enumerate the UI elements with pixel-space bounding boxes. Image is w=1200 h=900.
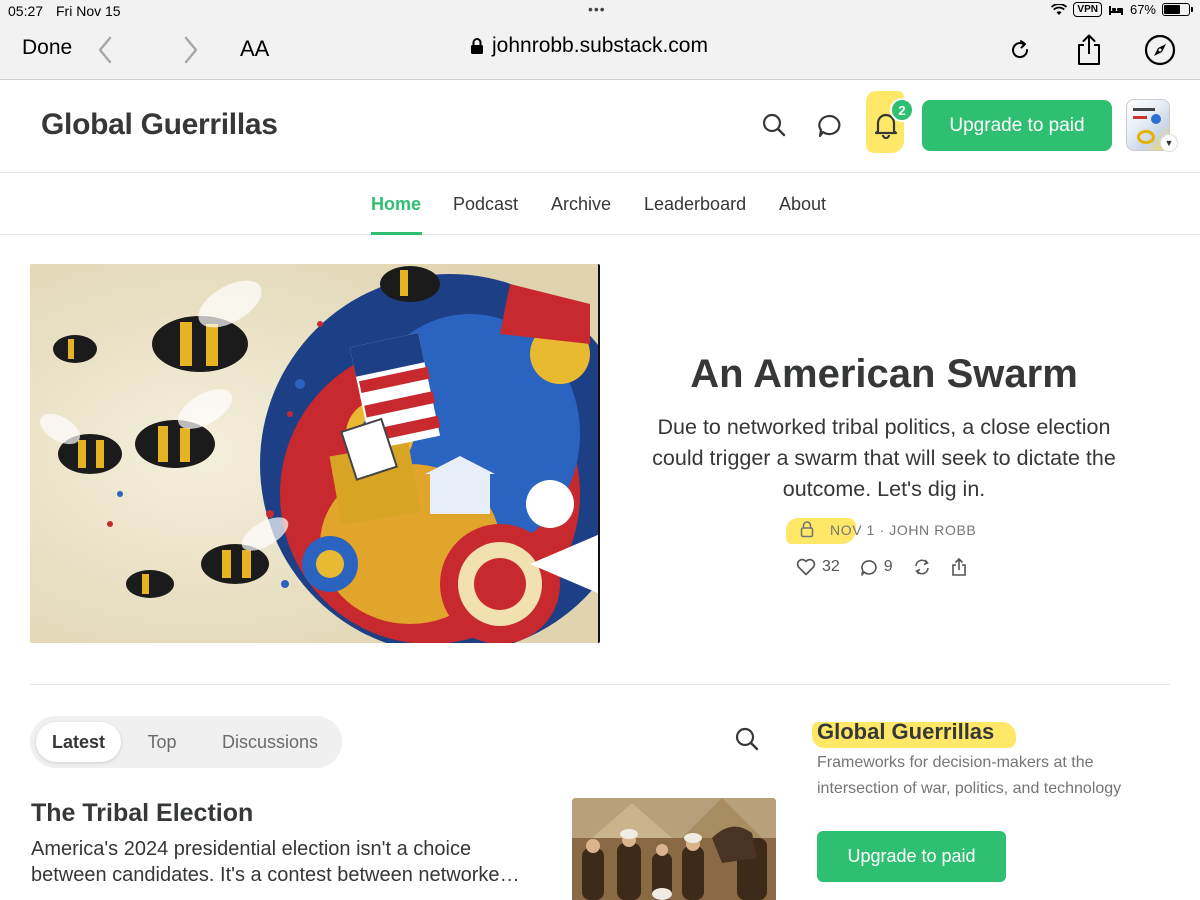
- restack-button[interactable]: [913, 558, 931, 576]
- reload-icon[interactable]: [1001, 31, 1039, 69]
- restack-icon: [914, 559, 929, 575]
- featured-post-meta: NOV 1 · JOHN ROBB: [790, 518, 990, 542]
- share-post-button[interactable]: [951, 558, 967, 576]
- post-date-author: NOV 1 · JOHN ROBB: [830, 522, 977, 538]
- back-chevron-icon[interactable]: [86, 31, 124, 69]
- sidebar-publication-title[interactable]: Global Guerrillas: [817, 719, 994, 745]
- comment-button[interactable]: 9: [860, 558, 893, 576]
- feed-tabs: Latest Top Discussions: [30, 716, 342, 768]
- chevron-down-icon[interactable]: ▼: [1160, 134, 1178, 152]
- nav-archive[interactable]: Archive: [551, 194, 611, 215]
- comment-count: 9: [883, 558, 893, 575]
- tab-top[interactable]: Top: [128, 722, 196, 762]
- nav-home[interactable]: Home: [371, 194, 421, 215]
- featured-post-image[interactable]: [30, 264, 600, 643]
- upgrade-button[interactable]: Upgrade to paid: [922, 100, 1112, 151]
- featured-post-title[interactable]: An American Swarm: [630, 352, 1138, 397]
- post-actions: 32 9: [796, 558, 967, 576]
- like-count: 32: [822, 558, 840, 575]
- forward-chevron-icon[interactable]: [172, 31, 210, 69]
- battery-fill: [1164, 5, 1181, 14]
- url-text: johnrobb.substack.com: [492, 34, 708, 57]
- chat-icon[interactable]: [814, 109, 846, 141]
- address-bar[interactable]: johnrobb.substack.com: [470, 34, 708, 58]
- vpn-badge: VPN: [1073, 2, 1102, 17]
- nav-about[interactable]: About: [779, 194, 826, 215]
- post-description-line2: between candidates. It's a contest betwe…: [31, 864, 527, 886]
- active-tab-indicator: [371, 232, 422, 235]
- post-thumbnail[interactable]: [572, 798, 776, 900]
- post-title[interactable]: The Tribal Election: [31, 799, 253, 828]
- search-icon[interactable]: [758, 109, 790, 141]
- tab-discussions[interactable]: Discussions: [202, 722, 338, 762]
- wifi-icon: [1051, 3, 1068, 15]
- tab-latest[interactable]: Latest: [36, 722, 121, 762]
- paywall-lock-icon: [800, 520, 814, 541]
- heart-icon: [796, 558, 816, 576]
- compass-icon[interactable]: [1141, 31, 1179, 69]
- sidebar-description: Frameworks for decision-makers at the in…: [817, 754, 1122, 797]
- section-nav: Home Podcast Archive Leaderboard About: [0, 173, 1200, 235]
- comment-icon: [860, 560, 877, 576]
- sidebar-upgrade-button[interactable]: Upgrade to paid: [817, 831, 1006, 882]
- battery-percent: 67%: [1129, 2, 1156, 17]
- site-title[interactable]: Global Guerrillas: [41, 108, 278, 142]
- multitasking-dots[interactable]: •••: [588, 1, 606, 17]
- section-divider: [30, 684, 1170, 685]
- site-header: Global Guerrillas 2 Upgrade to paid ▼: [0, 81, 1200, 173]
- status-time: 05:27: [8, 3, 44, 19]
- bed-icon: [1108, 5, 1123, 15]
- like-button[interactable]: 32: [796, 558, 840, 576]
- status-bar: 05:27 Fri Nov 15 ••• VPN 67%: [0, 0, 1200, 22]
- post-description-line1: America's 2024 presidential election isn…: [31, 838, 472, 860]
- featured-post-subtitle: Due to networked tribal politics, a clos…: [652, 415, 1116, 501]
- share-icon[interactable]: [1070, 31, 1108, 69]
- done-button[interactable]: Done: [22, 36, 72, 60]
- browser-toolbar: Done AA johnrobb.substack.com: [0, 22, 1200, 80]
- lock-icon: [471, 38, 483, 54]
- feed-search-icon[interactable]: [734, 726, 766, 758]
- text-size-button[interactable]: AA: [240, 36, 269, 62]
- upload-icon: [951, 558, 966, 576]
- nav-podcast[interactable]: Podcast: [453, 194, 518, 215]
- nav-leaderboard[interactable]: Leaderboard: [644, 194, 746, 215]
- post-description: America's 2024 presidential election isn…: [31, 836, 531, 888]
- battery-icon: [1162, 3, 1193, 16]
- status-date: Fri Nov 15: [56, 3, 121, 19]
- notification-badge: 2: [890, 98, 914, 122]
